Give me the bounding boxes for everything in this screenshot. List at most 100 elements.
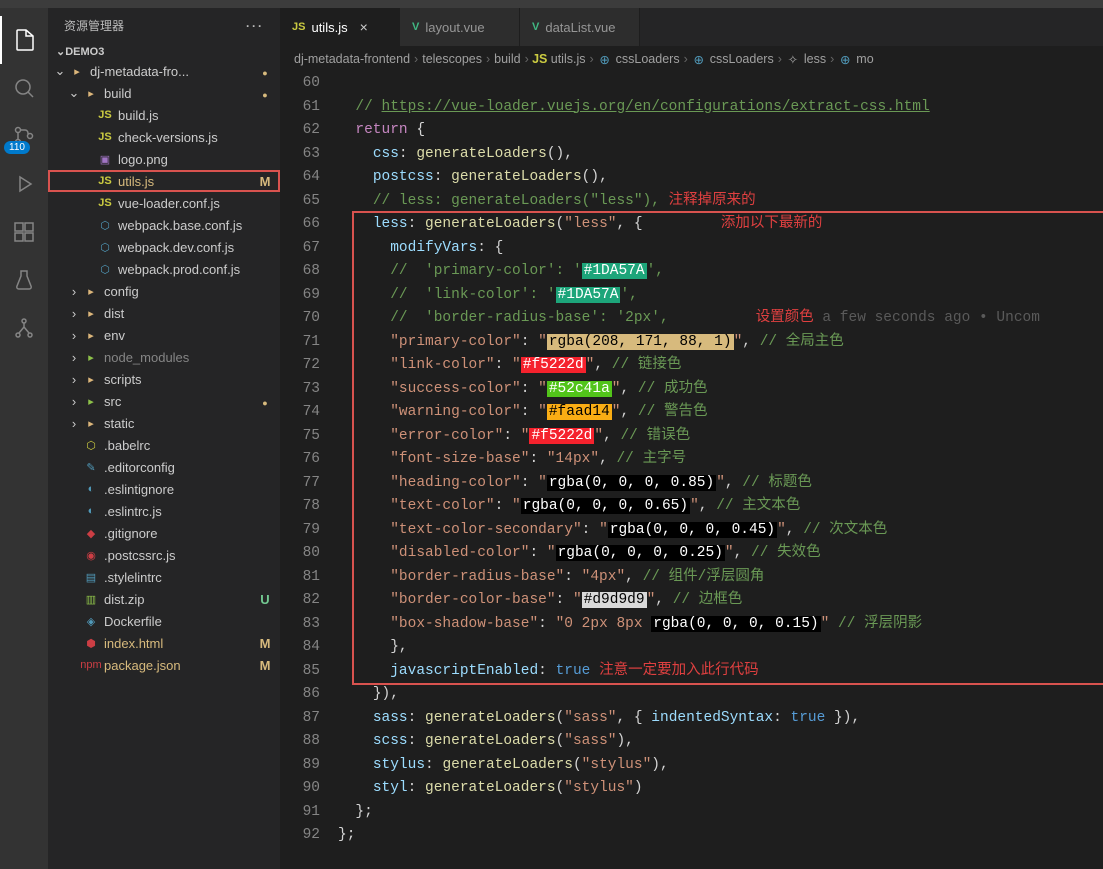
file-item[interactable]: ◆.gitignore [48, 522, 280, 544]
chevron-icon: › [66, 350, 82, 365]
breadcrumb-item[interactable]: utils.js [551, 52, 586, 66]
file-icon: ▣ [96, 153, 114, 166]
file-label: utils.js [118, 174, 258, 189]
file-icon: ▸ [82, 395, 100, 408]
breadcrumb-item[interactable]: dj-metadata-frontend [294, 52, 410, 66]
file-label: .stylelintrc [104, 570, 258, 585]
file-icon: ▸ [82, 351, 100, 364]
breadcrumbs[interactable]: dj-metadata-frontend›telescopes›build›JS… [280, 46, 1103, 72]
chevron-down-icon: ⌄ [56, 45, 65, 58]
code[interactable]: // https://vue-loader.vuejs.org/en/confi… [338, 72, 1103, 869]
breadcrumb-item[interactable]: mo [856, 52, 873, 66]
file-item[interactable]: ⬡webpack.base.conf.js [48, 214, 280, 236]
file-label: webpack.base.conf.js [118, 218, 258, 233]
folder-item[interactable]: ›▸static [48, 412, 280, 434]
file-item[interactable]: ◐ .eslintrc.js [48, 500, 280, 522]
breadcrumb-item[interactable]: less [804, 52, 826, 66]
breadcrumb-item[interactable]: telescopes [422, 52, 482, 66]
file-item[interactable]: ⬡webpack.prod.conf.js [48, 258, 280, 280]
file-item[interactable]: JS check-versions.js [48, 126, 280, 148]
file-icon: ▸ [82, 87, 100, 100]
project-header[interactable]: ⌄ DEMO3 [48, 43, 280, 60]
file-icon: ⬡ [96, 263, 114, 276]
git-status: ● [258, 394, 272, 409]
folder-item[interactable]: ⌄▸dj-metadata-fro...● [48, 60, 280, 82]
file-item[interactable] [48, 676, 280, 698]
sidebar-title: 资源管理器 [64, 17, 124, 34]
file-label: webpack.dev.conf.js [118, 240, 258, 255]
file-item[interactable]: ✎.editorconfig [48, 456, 280, 478]
file-icon: ▥ [82, 593, 100, 606]
tab-label: dataList.vue [545, 20, 615, 35]
tab-label: layout.vue [425, 20, 484, 35]
folder-item[interactable]: ›▸ node_modules [48, 346, 280, 368]
tab-dataList-vue[interactable]: VdataList.vue [520, 8, 640, 46]
file-icon: ▸ [82, 329, 100, 342]
close-icon[interactable]: × [360, 19, 368, 35]
file-icon: ▸ [82, 417, 100, 430]
file-label: config [104, 284, 258, 299]
file-icon: ▸ [82, 373, 100, 386]
activity-bar: 110 [0, 8, 48, 869]
file-item[interactable]: ◈Dockerfile [48, 610, 280, 632]
folder-item[interactable]: ›▸scripts [48, 368, 280, 390]
breadcrumb-item[interactable]: cssLoaders [616, 52, 680, 66]
chevron-icon: › [66, 306, 82, 321]
activity-extensions[interactable] [0, 208, 48, 256]
file-label: .postcssrc.js [104, 548, 258, 563]
tab-utils-js[interactable]: JSutils.js× [280, 8, 400, 46]
activity-git[interactable] [0, 304, 48, 352]
git-status: ● [258, 64, 272, 79]
file-label: node_modules [104, 350, 258, 365]
code-area[interactable]: 6061626364656667686970717273747576777879… [280, 72, 1103, 869]
folder-item[interactable]: ›▸src● [48, 390, 280, 412]
activity-scm[interactable]: 110 [0, 112, 48, 160]
file-item[interactable]: ▥dist.zipU [48, 588, 280, 610]
folder-item[interactable]: ›▸env [48, 324, 280, 346]
activity-debug[interactable] [0, 160, 48, 208]
file-icon: JS [96, 131, 114, 143]
sidebar-more[interactable]: ··· [246, 19, 264, 33]
file-label: check-versions.js [118, 130, 258, 145]
activity-test[interactable] [0, 256, 48, 304]
folder-item[interactable]: ›▸dist [48, 302, 280, 324]
sidebar: 资源管理器 ··· ⌄ DEMO3 ⌄▸dj-metadata-fro...●⌄… [48, 8, 280, 869]
file-item[interactable]: ⬡webpack.dev.conf.js [48, 236, 280, 258]
scm-badge: 110 [4, 141, 30, 154]
folder-item[interactable]: ⌄▸build● [48, 82, 280, 104]
tab-bar: JSutils.js×Vlayout.vueVdataList.vue [280, 8, 1103, 46]
file-label: .eslintrc.js [104, 504, 258, 519]
file-icon: ⬢ [82, 637, 100, 650]
file-label: scripts [104, 372, 258, 387]
git-status: M [258, 174, 272, 189]
file-label: .gitignore [104, 526, 258, 541]
file-item[interactable]: JSbuild.js [48, 104, 280, 126]
file-icon: JS [96, 175, 114, 187]
file-item[interactable]: JS utils.jsM [48, 170, 280, 192]
editor: JSutils.js×Vlayout.vueVdataList.vue dj-m… [280, 8, 1103, 869]
folder-item[interactable]: ›▸config [48, 280, 280, 302]
file-label: dj-metadata-fro... [90, 64, 258, 79]
file-item[interactable]: npmpackage.jsonM [48, 654, 280, 676]
activity-search[interactable] [0, 64, 48, 112]
file-item[interactable]: ◐.eslintignore [48, 478, 280, 500]
sidebar-header: 资源管理器 ··· [48, 8, 280, 43]
file-item[interactable]: ▤.stylelintrc [48, 566, 280, 588]
file-item[interactable]: ▣logo.png [48, 148, 280, 170]
breadcrumb-item[interactable]: cssLoaders [710, 52, 774, 66]
file-item[interactable]: ◉.postcssrc.js [48, 544, 280, 566]
file-icon: ✎ [82, 461, 100, 474]
file-item[interactable]: ⬡.babelrc [48, 434, 280, 456]
file-item[interactable]: JSvue-loader.conf.js [48, 192, 280, 214]
tab-icon: V [412, 21, 419, 33]
file-icon: JS [96, 109, 114, 121]
file-label: static [104, 416, 258, 431]
chevron-icon: › [66, 394, 82, 409]
file-icon: ▸ [82, 285, 100, 298]
file-item[interactable]: ⬢index.htmlM [48, 632, 280, 654]
file-icon: ◐ [82, 505, 100, 517]
activity-explorer[interactable] [0, 16, 48, 64]
breadcrumb-item[interactable]: build [494, 52, 520, 66]
tab-layout-vue[interactable]: Vlayout.vue [400, 8, 520, 46]
chevron-icon: ⌄ [66, 85, 82, 101]
